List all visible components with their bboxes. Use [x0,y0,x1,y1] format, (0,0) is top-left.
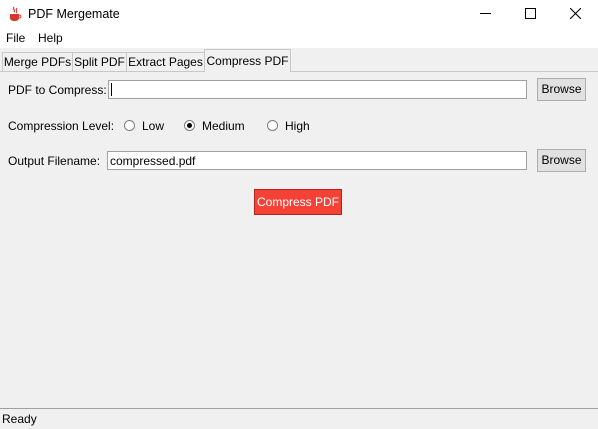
pdf-to-compress-label: PDF to Compress: [8,83,107,97]
tab-extract-pages[interactable]: Extract Pages [126,52,205,71]
menu-bar: File Help [0,28,598,48]
radio-high[interactable] [267,120,278,131]
status-bar: Ready [0,408,598,429]
maximize-icon [525,8,536,19]
maximize-button[interactable] [508,0,553,28]
minimize-icon [480,13,491,14]
text-caret [111,83,112,96]
tab-compress-pdf[interactable]: Compress PDF [204,49,291,72]
tab-merge-pdfs[interactable]: Merge PDFs [2,52,73,71]
menu-help[interactable]: Help [38,31,63,45]
browse-input-button[interactable]: Browse [537,78,586,101]
radio-high-label[interactable]: High [285,119,310,133]
java-cup-icon [8,6,22,22]
radio-medium-label[interactable]: Medium [202,119,245,133]
status-text: Ready [2,412,37,426]
browse-output-button[interactable]: Browse [537,149,586,172]
app-window: PDF Mergemate File Help Merge PDFs Split… [0,0,598,429]
output-filename-input[interactable] [107,151,527,170]
radio-medium[interactable] [184,120,195,131]
tab-split-pdf[interactable]: Split PDF [72,52,127,71]
close-button[interactable] [553,0,598,28]
pdf-to-compress-input[interactable] [108,80,527,99]
title-bar[interactable]: PDF Mergemate [0,0,598,28]
minimize-button[interactable] [463,0,508,28]
window-title: PDF Mergemate [28,7,120,21]
compress-pdf-button[interactable]: Compress PDF [254,189,342,215]
compression-level-label: Compression Level: [8,119,115,133]
radio-low[interactable] [124,120,135,131]
radio-low-label[interactable]: Low [142,119,164,133]
menu-file[interactable]: File [6,31,25,45]
output-filename-label: Output Filename: [8,154,101,168]
close-icon [570,8,581,19]
